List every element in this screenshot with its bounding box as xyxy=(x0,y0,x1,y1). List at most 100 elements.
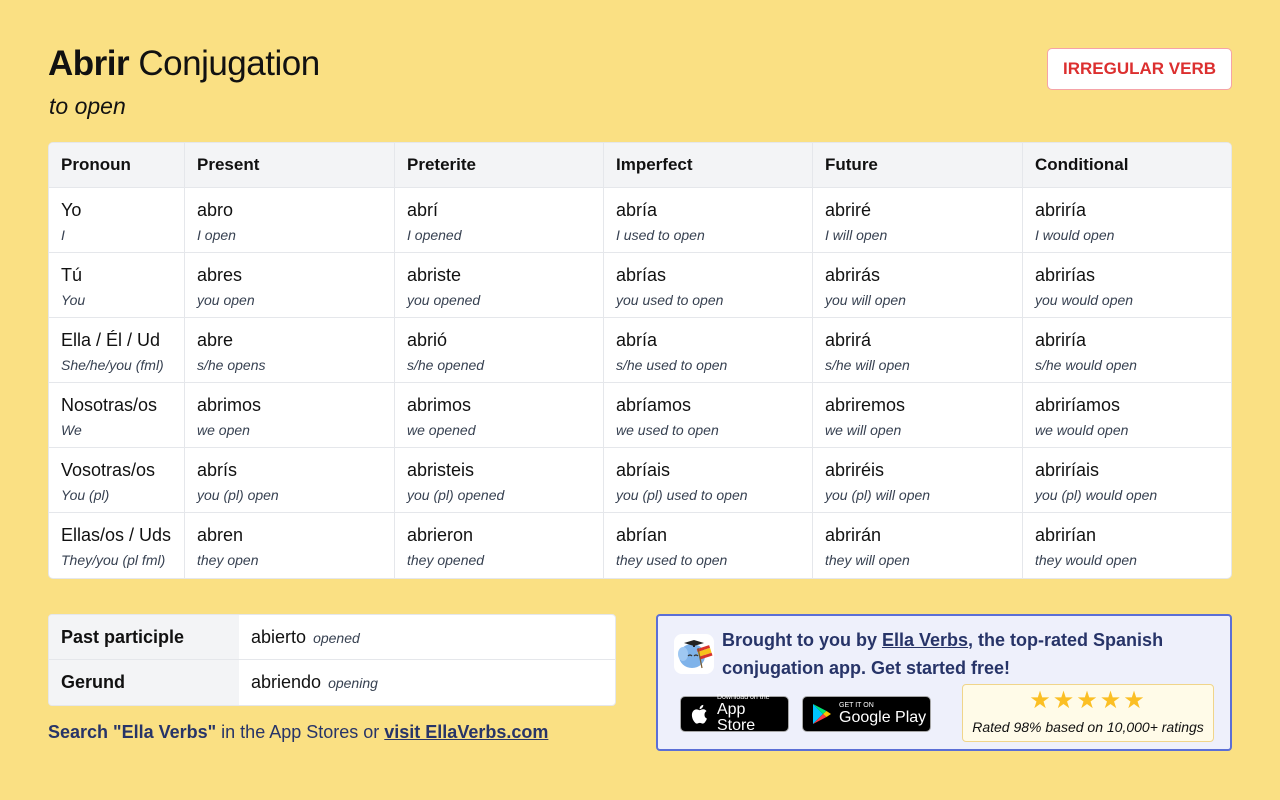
ella-verbs-app-icon xyxy=(674,634,714,674)
conjugation-cell: abrirían they would open xyxy=(1023,513,1231,578)
table-header-row: Pronoun Present Preterite Imperfect Futu… xyxy=(49,143,1231,188)
pronoun-cell: Yo I xyxy=(49,188,185,253)
form-translation: you opened xyxy=(407,292,481,308)
form-translation: I used to open xyxy=(616,227,705,243)
irregular-verb-badge: IRREGULAR VERB xyxy=(1047,48,1232,90)
app-store-button[interactable]: Download on the App Store xyxy=(680,694,789,734)
conjugated-form: abriré xyxy=(825,200,872,220)
conjugation-cell: abríais you (pl) used to open xyxy=(604,448,813,513)
google-play-button[interactable]: GET IT ON Google Play xyxy=(802,696,931,732)
table-row: Ella / Él / Ud She/he/you (fml) abre s/he o… xyxy=(49,318,1231,383)
form-translation: we will open xyxy=(825,422,902,438)
pronoun: Vosotras/os xyxy=(61,460,156,480)
form-translation: we open xyxy=(197,422,250,438)
form-translation: s/he used to open xyxy=(616,357,728,373)
gerund-form: abriendo xyxy=(251,672,322,692)
conjugated-form: abría xyxy=(616,330,658,350)
conjugated-form: abrirá xyxy=(825,330,872,350)
pronoun: Ellas/os / Uds xyxy=(61,525,172,545)
pronoun-translation: You xyxy=(61,292,86,308)
form-translation: s/he opens xyxy=(197,357,266,373)
conjugation-cell: abrí I opened xyxy=(395,188,604,253)
form-translation: they open xyxy=(197,552,259,568)
conjugated-form: abrís xyxy=(197,460,238,480)
conjugated-form: abríais xyxy=(616,460,671,480)
promo-text: Brought to you by Ella Verbs, the top-ra… xyxy=(722,626,1212,682)
google-play-small: GET IT ON xyxy=(839,702,874,709)
table-row: Tú You abres you open abriste you opened abría… xyxy=(49,253,1231,318)
ella-verbs-link[interactable]: Ella Verbs xyxy=(882,630,968,650)
participle-table: Past participle abierto opened Gerund ab… xyxy=(48,614,616,706)
conjugated-form: abriría xyxy=(1035,200,1087,220)
pronoun-cell: Tú You xyxy=(49,253,185,318)
apple-icon xyxy=(687,704,713,724)
conjugated-form: abrí xyxy=(407,200,439,220)
form-translation: they opened xyxy=(407,552,485,568)
conjugation-cell: abren they open xyxy=(185,513,395,578)
conjugated-form: abríamos xyxy=(616,395,692,415)
form-translation: I will open xyxy=(825,227,888,243)
conjugated-form: abriríais xyxy=(1035,460,1100,480)
table-row: Yo Iabro I open abrí I opened abría I used to … xyxy=(49,188,1231,253)
form-translation: you (pl) used to open xyxy=(616,487,748,503)
pronoun: Nosotras/os xyxy=(61,395,158,415)
conjugation-cell: abrías you used to open xyxy=(604,253,813,318)
form-translation: we used to open xyxy=(616,422,719,438)
google-play-icon xyxy=(809,703,835,725)
conjugated-form: abrirías xyxy=(1035,265,1096,285)
conjugated-form: abrirían xyxy=(1035,525,1097,545)
conjugation-cell: abría I used to open xyxy=(604,188,813,253)
form-translation: you will open xyxy=(825,292,906,308)
header-future: Future xyxy=(813,143,1023,188)
conjugation-cell: abrieron they opened xyxy=(395,513,604,578)
table-row: Nosotras/os We abrimos we open abrimos we ope… xyxy=(49,383,1231,448)
table-row: Ellas/os / Uds They/you (pl fml) abren they… xyxy=(49,513,1231,578)
conjugated-form: abre xyxy=(197,330,234,350)
app-store-big: App Store xyxy=(716,701,756,734)
form-translation: I opened xyxy=(407,227,462,243)
conjugated-form: abrirán xyxy=(825,525,882,545)
gerund-row: Gerund abriendo opening xyxy=(49,660,615,705)
form-translation: we would open xyxy=(1035,422,1129,438)
gerund-label: Gerund xyxy=(49,660,239,705)
conjugation-cell: abriréis you (pl) will open xyxy=(813,448,1023,513)
form-translation: s/he opened xyxy=(407,357,485,373)
conjugated-form: abriremos xyxy=(825,395,906,415)
conjugation-cell: abrís you (pl) open xyxy=(185,448,395,513)
pronoun-translation: They/you (pl fml) xyxy=(61,552,166,568)
conjugated-form: abriría xyxy=(1035,330,1087,350)
conjugated-form: abrirás xyxy=(825,265,881,285)
past-participle-form: abierto xyxy=(251,626,307,647)
conjugation-cell: abriríais you (pl) would open xyxy=(1023,448,1231,513)
search-hint-bold: Search "Ella Verbs" xyxy=(48,722,217,742)
form-translation: I would open xyxy=(1035,227,1115,243)
header-preterite: Preterite xyxy=(395,143,604,188)
rating-text: Rated 98% based on 10,000+ ratings xyxy=(972,719,1204,735)
gerund-translation: opening xyxy=(328,675,378,691)
conjugated-form: abren xyxy=(197,525,244,545)
header-conditional: Conditional xyxy=(1023,143,1231,188)
conjugation-cell: abríamos we used to open xyxy=(604,383,813,448)
visit-ellaverbs-link[interactable]: visit EllaVerbs.com xyxy=(384,722,548,742)
past-participle-translation: opened xyxy=(313,629,360,646)
conjugation-cell: abrirá s/he will open xyxy=(813,318,1023,383)
verb-translation: to open xyxy=(49,93,126,119)
verb-name: Abrir xyxy=(48,44,130,83)
conjugated-form: abriréis xyxy=(825,460,885,480)
pronoun-cell: Nosotras/os We xyxy=(49,383,185,448)
conjugation-cell: abrimos we opened xyxy=(395,383,604,448)
conjugation-cell: abriré I will open xyxy=(813,188,1023,253)
conjugated-form: abrimos xyxy=(407,395,472,415)
conjugated-form: abristeis xyxy=(407,460,475,480)
pronoun: Tú xyxy=(61,265,83,285)
google-play-big: Google Play xyxy=(839,709,927,726)
conjugation-cell: abres you open xyxy=(185,253,395,318)
pronoun-cell: Vosotras/os You (pl) xyxy=(49,448,185,513)
conjugation-cell: abristeis you (pl) opened xyxy=(395,448,604,513)
rating-box: ★★★★★ Rated 98% based on 10,000+ ratings xyxy=(962,684,1214,742)
conjugation-cell: abrirán they will open xyxy=(813,513,1023,578)
pronoun-translation: You (pl) xyxy=(61,487,110,503)
conjugated-form: abrías xyxy=(616,265,667,285)
search-hint-mid: in the App Stores or xyxy=(216,722,385,742)
pronoun-translation: I xyxy=(61,227,65,243)
